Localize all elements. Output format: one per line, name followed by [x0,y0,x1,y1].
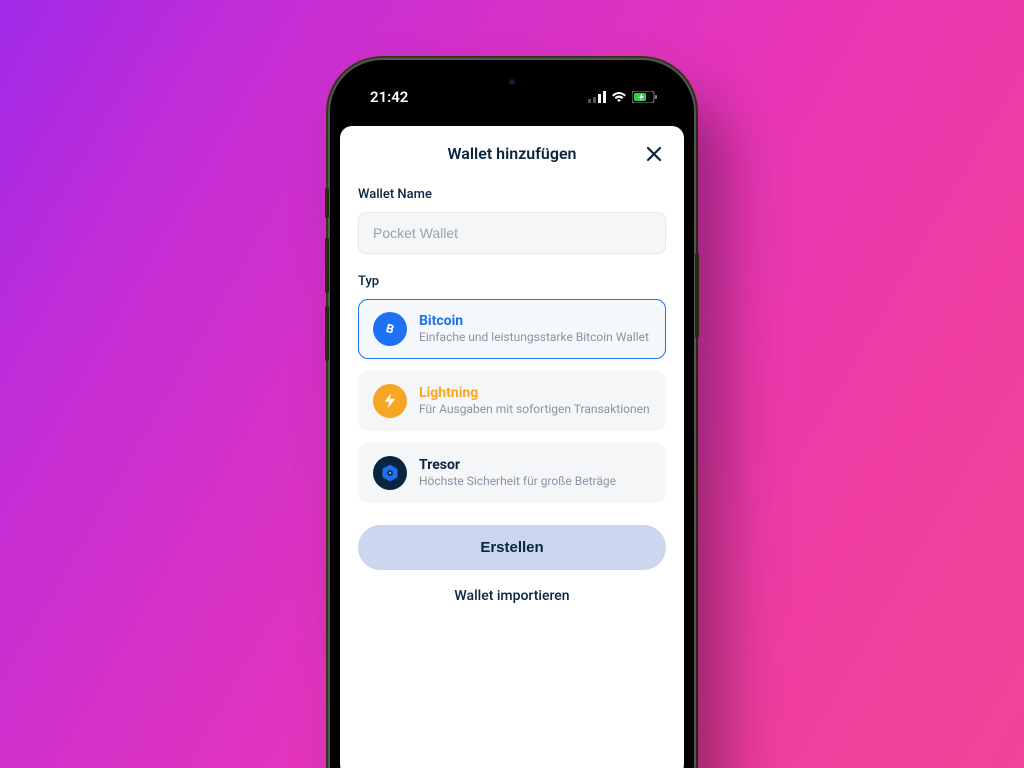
wallet-type-desc: Für Ausgaben mit sofortigen Transaktione… [419,402,651,418]
phone-side-button [325,188,329,218]
wallet-type-tresor[interactable]: Tresor Höchste Sicherheit für große Betr… [358,443,666,503]
wallet-name-label: Wallet Name [358,187,666,202]
wifi-icon [611,91,627,103]
phone-screen: 21:42 Wallet hinzufügen Wallet Name Typ [340,70,684,768]
phone-volume-down [325,306,329,361]
wallet-type-desc: Höchste Sicherheit für große Beträge [419,474,651,490]
wallet-type-label: Typ [358,274,666,289]
wallet-type-desc: Einfache und leistungsstarke Bitcoin Wal… [419,330,651,346]
wallet-type-title: Lightning [419,385,651,401]
status-time: 21:42 [370,88,408,106]
wallet-type-title: Tresor [419,457,651,473]
phone-notch [432,70,592,98]
lightning-icon [373,384,407,418]
bitcoin-icon: B [373,312,407,346]
sheet-header: Wallet hinzufügen [358,144,666,163]
status-indicators [588,91,658,103]
battery-icon [632,91,658,103]
import-wallet-link[interactable]: Wallet importieren [358,588,666,604]
create-button[interactable]: Erstellen [358,525,666,570]
vault-icon [373,456,407,490]
wallet-name-input[interactable] [358,212,666,254]
wallet-type-list: B Bitcoin Einfache und leistungsstarke B… [358,299,666,503]
wallet-type-bitcoin[interactable]: B Bitcoin Einfache und leistungsstarke B… [358,299,666,359]
close-icon [645,145,663,163]
wallet-type-lightning[interactable]: Lightning Für Ausgaben mit sofortigen Tr… [358,371,666,431]
phone-power-button [695,253,699,338]
cellular-icon [588,91,606,103]
phone-frame: 21:42 Wallet hinzufügen Wallet Name Typ [328,58,696,768]
sheet-title: Wallet hinzufügen [448,144,577,163]
svg-text:B: B [385,321,396,337]
close-button[interactable] [642,142,666,166]
add-wallet-sheet: Wallet hinzufügen Wallet Name Typ B Bitc… [340,126,684,768]
wallet-type-title: Bitcoin [419,313,651,329]
phone-volume-up [325,238,329,293]
